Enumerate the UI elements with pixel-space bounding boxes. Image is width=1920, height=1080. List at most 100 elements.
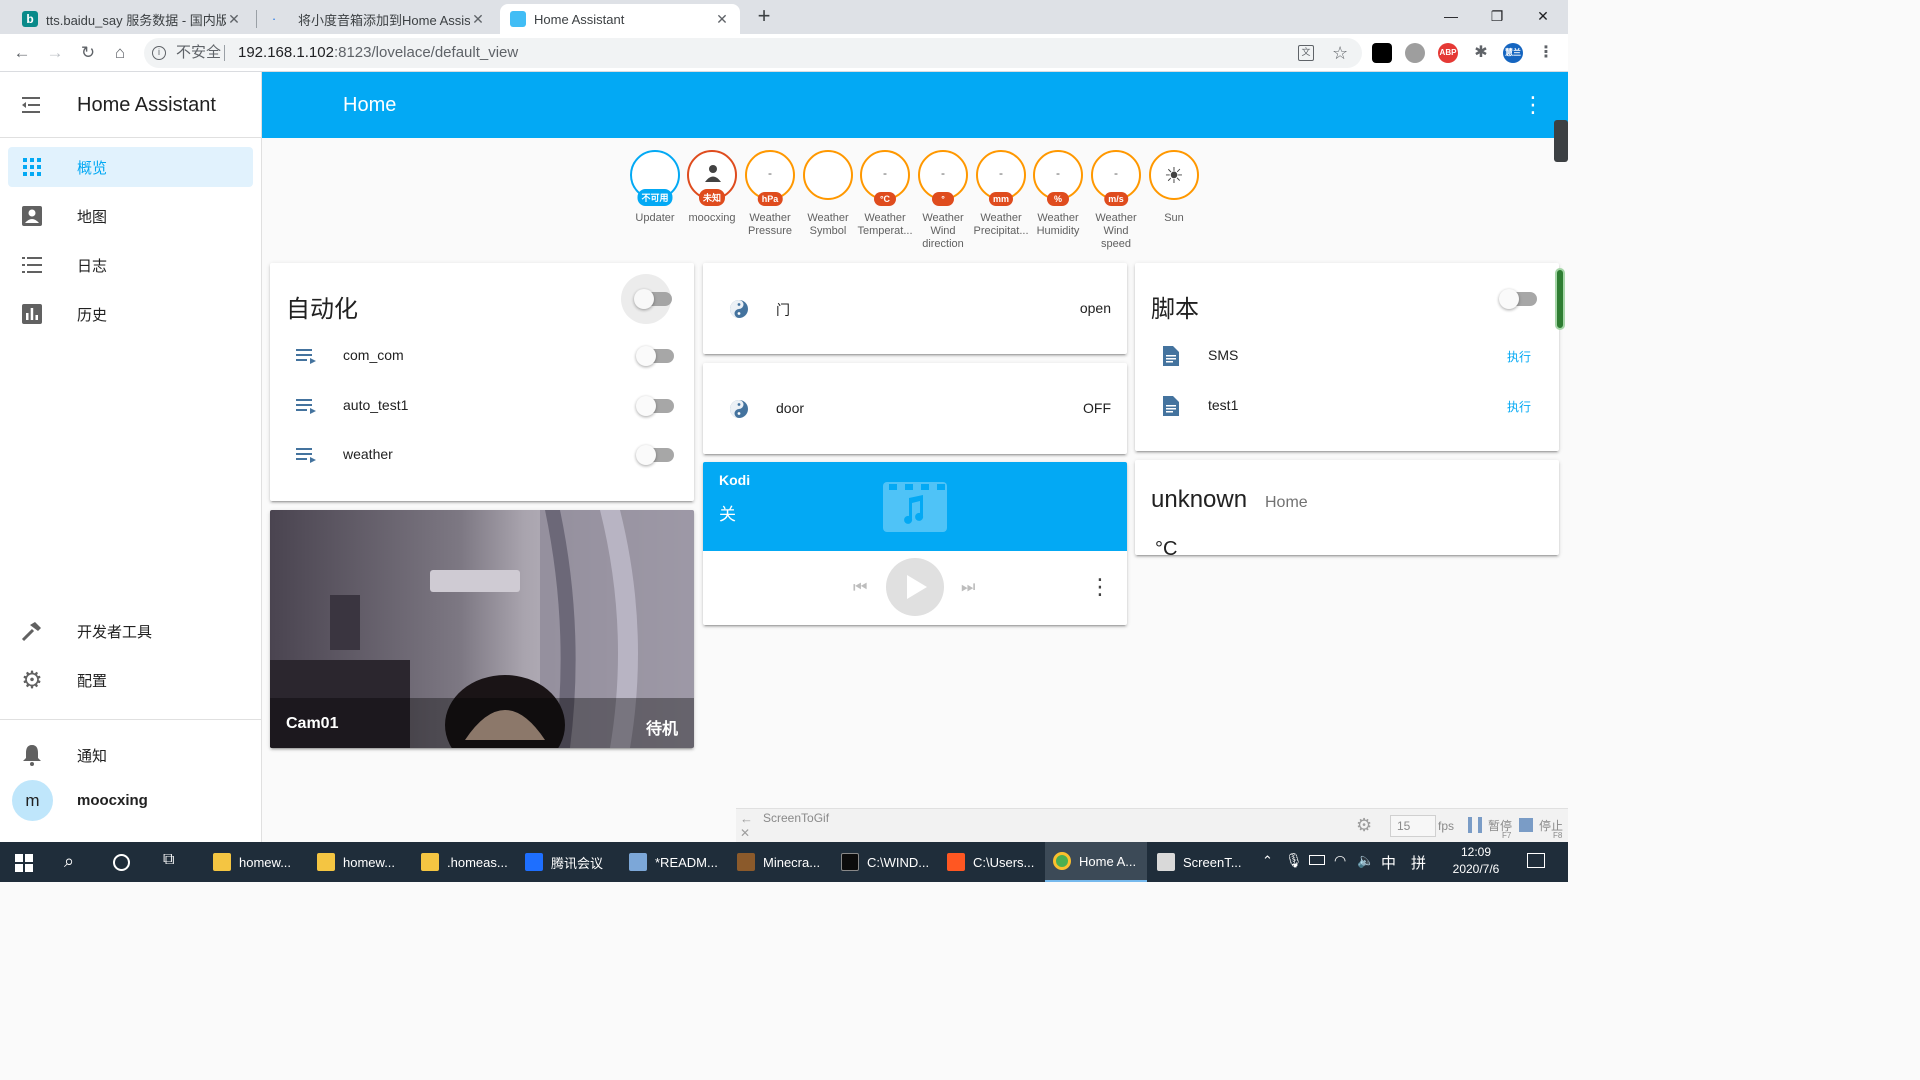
forward-icon[interactable]: → [43,41,67,65]
playlist-play-icon [296,448,316,463]
taskbar-app-minecraft[interactable]: Minecra... [729,842,831,882]
badge-weather-symbol[interactable]: Weather Symbol [800,150,856,238]
close-window-button[interactable]: ✕ [1520,4,1566,28]
star-icon[interactable]: ☆ [1332,38,1348,68]
list-item[interactable]: auto_test1 [270,386,694,426]
sidebar-item-history[interactable]: 历史 [8,294,253,334]
arrow-left-icon[interactable]: ← [740,811,753,826]
list-item[interactable]: test1 执行 [1135,386,1559,426]
profile-avatar[interactable]: 慧兰 [1503,43,1523,63]
badge-weather-wind-speed[interactable]: - m/s Weather Wind speed [1088,150,1144,251]
weather-card[interactable]: unknown Home °C [1135,460,1559,555]
badge-person[interactable]: 未知 moocxing [684,150,740,225]
taskbar-app-explorer-2[interactable]: homew... [309,842,407,882]
search-icon[interactable]: ⌕ [64,851,74,872]
clock[interactable]: 12:09 2020/7/6 [1444,844,1508,878]
close-tab-icon[interactable]: ✕ [226,11,242,28]
automation-toggle[interactable] [636,346,674,366]
translate-icon[interactable]: 文 [1298,45,1314,61]
run-script-button[interactable]: 执行 [1507,348,1531,365]
automation-toggle[interactable] [636,396,674,416]
taskbar-app-chrome[interactable]: Home A... [1045,842,1147,882]
browser-tab-xiaodu[interactable]: · 将小度音箱添加到Home Assista ✕ [256,4,496,34]
sidebar-item-config[interactable]: ⚙ 配置 [8,660,253,700]
taskbar-app-screentogif[interactable]: ScreenT... [1149,842,1253,882]
browser-tab-home-assistant[interactable]: Home Assistant ✕ [500,4,740,34]
sidebar-item-logbook[interactable]: 日志 [8,245,253,285]
stop-icon[interactable] [1519,818,1533,832]
browser-tab-bing[interactable]: b tts.baidu_say 服务数据 - 国内版 ✕ [12,4,252,34]
list-item[interactable]: com_com [270,336,694,376]
dots-vertical-icon[interactable]: ⋮ [1522,92,1544,118]
close-tab-icon[interactable]: ✕ [470,11,486,28]
close-tab-icon[interactable]: ✕ [714,11,730,28]
taskbar-app-readme[interactable]: *READM... [621,842,725,882]
badge-weather-humidity[interactable]: - % Weather Humidity [1030,150,1086,238]
info-icon[interactable]: i [152,46,166,60]
task-view-icon[interactable]: ⧉ [163,851,174,869]
scroll-indicator[interactable] [1555,268,1565,330]
badge-ring: - m/s [1091,150,1141,206]
taskbar-app-cmd[interactable]: C:\WIND... [833,842,939,882]
badge-updater[interactable]: 不可用 Updater [627,150,683,225]
new-tab-button[interactable]: + [752,4,776,28]
script-master-toggle[interactable] [1499,289,1537,309]
close-icon[interactable]: ✕ [740,826,750,840]
address-bar[interactable]: i 不安全 192.168.1.102:8123/lovelace/defaul… [144,38,1362,68]
action-center-icon[interactable] [1527,853,1545,868]
next-track-icon[interactable]: ⏭ [961,579,975,597]
cortana-icon[interactable] [113,854,130,871]
adblock-icon[interactable]: ABP [1438,43,1458,63]
home-icon[interactable]: ⌂ [108,41,132,65]
ime-layout[interactable]: 拼 [1411,852,1426,873]
badge-weather-pressure[interactable]: - hPa Weather Pressure [742,150,798,238]
extension-gray-icon[interactable] [1405,43,1425,63]
taskbar-app-explorer-3[interactable]: .homeas... [413,842,515,882]
reload-icon[interactable]: ↻ [76,41,100,65]
sidebar-item-notifications[interactable]: 通知 [8,735,253,775]
fps-input[interactable]: 15 [1390,815,1436,837]
wifi-icon[interactable]: ◠ [1334,852,1346,869]
microphone-icon[interactable]: 🎙 [1285,852,1303,869]
sidebar-item-overview[interactable]: 概览 [8,147,253,187]
battery-icon[interactable] [1309,855,1325,865]
windows-start-icon[interactable] [15,854,33,872]
entity-card-door-cn[interactable]: 门 open [703,263,1127,354]
previous-track-icon[interactable]: ⏮ [853,579,867,597]
avatar[interactable]: m [12,780,53,821]
run-script-button[interactable]: 执行 [1507,398,1531,415]
automation-master-toggle[interactable] [634,289,672,309]
minimize-button[interactable]: — [1428,4,1474,28]
automation-toggle[interactable] [636,445,674,465]
ime-mode[interactable]: 中 [1381,852,1396,873]
badge-weather-precipitation[interactable]: - mm Weather Precipitat... [973,150,1029,238]
maximize-button[interactable]: ❐ [1474,4,1520,28]
entity-card-door[interactable]: door OFF [703,363,1127,454]
menu-collapse-icon[interactable] [22,96,44,114]
list-item[interactable]: weather [270,435,694,475]
taskbar-app-tencent-meeting[interactable]: 腾讯会议 [517,842,619,882]
taskbar-app-explorer-1[interactable]: homew... [205,842,303,882]
play-button[interactable] [886,558,944,616]
dots-vertical-icon[interactable]: ⋮ [1089,574,1111,600]
volume-icon[interactable]: 🔈 [1357,852,1374,869]
taskbar-app-sublime[interactable]: C:\Users... [939,842,1043,882]
back-icon[interactable]: ← [10,41,34,65]
sidebar-item-developer-tools[interactable]: 开发者工具 [8,611,253,651]
pause-icon[interactable] [1468,817,1482,833]
chevron-up-icon[interactable]: ⌃ [1262,853,1273,869]
clock-date: 2020/7/6 [1452,862,1500,876]
user-name[interactable]: moocxing [77,792,148,809]
scrollbar-thumb[interactable] [1554,120,1568,162]
list-item[interactable]: SMS 执行 [1135,336,1559,376]
badge-weather-temperature[interactable]: - °C Weather Temperat... [857,150,913,238]
camera-card[interactable]: Cam01 待机 [270,510,694,748]
sidebar-item-map[interactable]: 地图 [8,196,253,236]
extension-icon[interactable] [1372,43,1392,63]
badge-weather-wind-direction[interactable]: - ° Weather Wind direction [915,150,971,251]
puzzle-icon[interactable]: ✱ [1471,43,1491,63]
gear-icon[interactable]: ⚙ [1356,815,1372,836]
url-path: :8123/lovelace/default_view [333,44,519,61]
badge-sun[interactable]: ☀ Sun [1146,150,1202,225]
browser-menu-icon[interactable]: ⋮ [1536,43,1556,63]
